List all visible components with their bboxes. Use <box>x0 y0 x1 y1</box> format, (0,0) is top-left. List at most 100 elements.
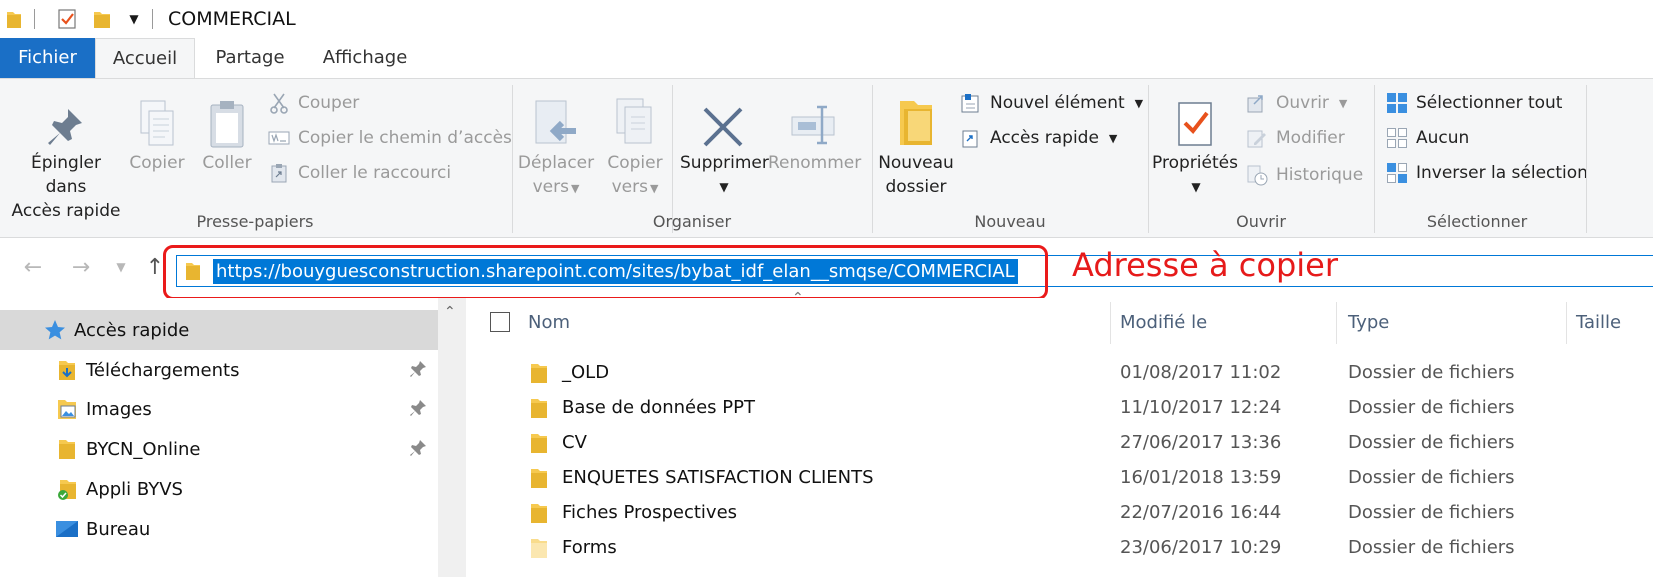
file-modified: 11/10/2017 12:24 <box>1120 397 1282 418</box>
copy-to-button[interactable]: Copier vers ▼ <box>598 93 672 201</box>
table-row[interactable]: CV 27/06/2017 13:36 Dossier de fichiers <box>466 426 1653 461</box>
tab-home[interactable]: Accueil <box>95 38 195 79</box>
table-row[interactable]: _OLD 01/08/2017 11:02 Dossier de fichier… <box>466 356 1653 391</box>
nav-quick-access[interactable]: Accès rapide <box>0 310 438 350</box>
table-row[interactable]: Forms 23/06/2017 10:29 Dossier de fichie… <box>466 531 1653 566</box>
paste-shortcut-button[interactable]: Coller le raccourci <box>268 158 451 188</box>
file-name: Fiches Prospectives <box>562 502 738 523</box>
nav-item-label: Images <box>86 398 152 420</box>
nav-item-downloads[interactable]: Téléchargements <box>0 350 438 390</box>
window-title: COMMERCIAL <box>168 8 296 30</box>
back-arrow-icon[interactable]: ← <box>18 252 48 282</box>
copy-to-label-2: vers <box>611 177 648 197</box>
select-all-checkbox[interactable] <box>490 312 510 332</box>
copy-to-label-1: Copier <box>607 153 663 173</box>
forward-arrow-icon[interactable]: → <box>66 252 96 282</box>
file-list-header: Nom Modifié le Type Taille <box>466 298 1653 348</box>
tab-file[interactable]: Fichier <box>0 38 95 78</box>
clipboard-icon <box>203 93 251 149</box>
copy-path-icon <box>268 127 290 149</box>
select-all-button[interactable]: Sélectionner tout <box>1386 88 1562 118</box>
file-type: Dossier de fichiers <box>1348 467 1515 488</box>
pin-icon[interactable] <box>410 359 428 384</box>
history-button[interactable]: Historique <box>1246 160 1363 190</box>
tab-view[interactable]: Affichage <box>315 38 415 78</box>
properties-button[interactable]: Propriétés ▼ <box>1152 93 1238 199</box>
delete-label: Supprimer <box>680 153 769 173</box>
properties-label: Propriétés <box>1152 153 1238 173</box>
move-to-label-2: vers <box>532 177 569 197</box>
file-type: Dossier de fichiers <box>1348 537 1515 558</box>
edit-pencil-icon <box>1246 127 1268 149</box>
pictures-folder-icon <box>54 396 80 422</box>
column-header-name[interactable]: Nom <box>528 312 570 333</box>
new-item-label: Nouvel élément <box>990 93 1125 113</box>
scroll-up-chevron-icon[interactable]: ⌃ <box>444 304 456 320</box>
copy-to-icon <box>611 93 659 149</box>
select-group-label: Sélectionner <box>1426 212 1528 231</box>
open-button[interactable]: Ouvrir ▼ <box>1246 88 1347 118</box>
recent-locations-chevron-icon[interactable]: ▼ <box>106 252 136 282</box>
select-none-button[interactable]: Aucun <box>1386 123 1469 153</box>
edit-button[interactable]: Modifier <box>1246 123 1345 153</box>
nav-item-label: Appli BYVS <box>86 478 183 500</box>
delete-button[interactable]: Supprimer ▼ <box>680 93 769 199</box>
move-to-icon <box>532 93 580 149</box>
new-folder-button[interactable]: Nouveau dossier <box>876 93 956 199</box>
column-header-size[interactable]: Taille <box>1576 312 1621 333</box>
open-icon <box>1246 92 1268 114</box>
file-type: Dossier de fichiers <box>1348 502 1515 523</box>
ribbon: Épingler dans Accès rapide Copier Coller… <box>0 78 1653 238</box>
pin-icon[interactable] <box>410 438 428 463</box>
organize-group-label: Organiser <box>652 212 732 231</box>
nav-item-desktop[interactable]: Bureau <box>0 509 438 549</box>
customize-toolbar-icon[interactable]: ▼ <box>124 6 144 32</box>
nav-item-appli-byvs[interactable]: Appli BYVS <box>0 469 438 509</box>
synced-folder-icon <box>54 476 80 502</box>
annotation-highlight-box <box>163 245 1048 300</box>
new-folder-quick-icon[interactable] <box>90 6 114 32</box>
column-header-type[interactable]: Type <box>1348 312 1389 333</box>
column-header-modified[interactable]: Modifié le <box>1120 312 1207 333</box>
nav-item-bycn-online[interactable]: BYCN_Online <box>0 429 438 469</box>
nav-pane-scrollbar[interactable]: ⌃ <box>438 298 466 577</box>
select-all-icon <box>1386 92 1408 114</box>
ribbon-tabs: Fichier Accueil Partage Affichage <box>0 38 1653 79</box>
new-folder-icon <box>892 93 940 149</box>
move-to-button[interactable]: Déplacer vers ▼ <box>516 93 596 201</box>
nav-item-images[interactable]: Images <box>0 389 438 429</box>
file-type: Dossier de fichiers <box>1348 432 1515 453</box>
invert-selection-button[interactable]: Inverser la sélection <box>1386 158 1588 188</box>
paste-button[interactable]: Coller <box>196 93 258 175</box>
easy-access-icon <box>960 127 982 149</box>
address-row: ← → ▼ ↑ https://bouyguesconstruction.sha… <box>0 238 1653 306</box>
folder-icon <box>530 397 548 424</box>
new-folder-label-1: Nouveau <box>878 153 954 173</box>
nav-item-label: BYCN_Online <box>86 438 201 460</box>
easy-access-button[interactable]: Accès rapide ▼ <box>960 123 1117 153</box>
properties-icon <box>1171 93 1219 149</box>
copy-button[interactable]: Copier <box>126 93 188 175</box>
folder-icon <box>54 436 80 462</box>
file-modified: 23/06/2017 10:29 <box>1120 537 1282 558</box>
tab-share[interactable]: Partage <box>205 38 295 78</box>
copy-path-button[interactable]: Copier le chemin d’accès <box>268 123 512 153</box>
rename-button[interactable]: Renommer <box>768 93 861 175</box>
cut-button[interactable]: Couper <box>268 88 359 118</box>
folder-icon <box>530 502 548 529</box>
properties-quick-icon[interactable] <box>54 6 80 32</box>
invert-selection-icon <box>1386 162 1408 184</box>
pin-to-quick-access-button[interactable]: Épingler dans Accès rapide <box>10 93 122 223</box>
annotation-text: Adresse à copier <box>1072 246 1338 284</box>
table-row[interactable]: Fiches Prospectives 22/07/2016 16:44 Dos… <box>466 496 1653 531</box>
table-row[interactable]: Base de données PPT 11/10/2017 12:24 Dos… <box>466 391 1653 426</box>
pin-icon[interactable] <box>410 398 428 423</box>
table-row[interactable]: ENQUETES SATISFACTION CLIENTS 16/01/2018… <box>466 461 1653 496</box>
file-type: Dossier de fichiers <box>1348 397 1515 418</box>
file-type: Dossier de fichiers <box>1348 362 1515 383</box>
file-name: Base de données PPT <box>562 397 755 418</box>
history-icon <box>1246 164 1268 186</box>
folder-icon <box>530 467 548 494</box>
new-item-button[interactable]: Nouvel élément ▼ <box>960 88 1143 118</box>
folder-icon <box>4 6 24 32</box>
